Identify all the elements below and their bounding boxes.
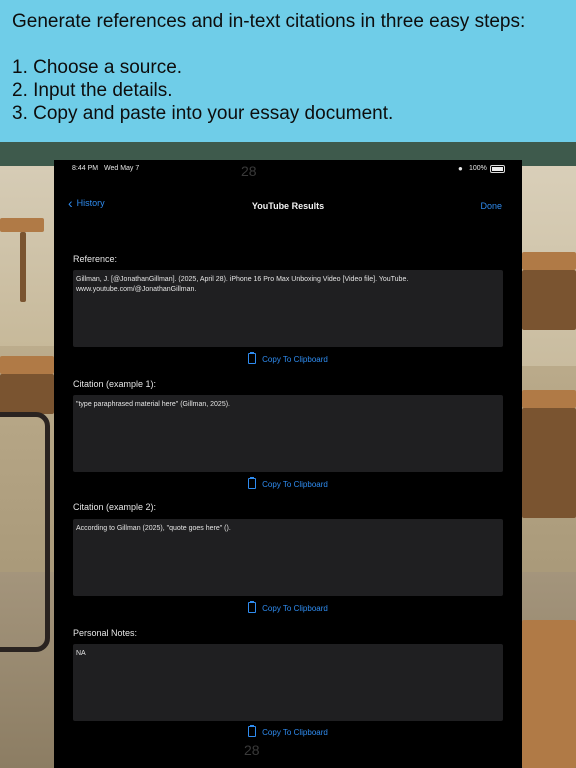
copy-reference-button[interactable]: Copy To Clipboard [54,352,522,364]
copy-notes-button[interactable]: Copy To Clipboard [54,725,522,737]
status-bar: 8:44 PM Wed May 7 28 ● 100% [54,160,522,179]
promo-banner: Generate references and in-text citation… [0,0,576,142]
bottom-ghost-text: 28 [244,742,260,758]
clipboard-icon [248,477,257,489]
clipboard-icon [248,725,257,737]
desk-left-mid [0,356,54,374]
copy-label: Copy To Clipboard [262,604,328,613]
citation-1-field[interactable]: "type paraphrased material here" (Gillma… [73,395,503,472]
done-button[interactable]: Done [480,201,502,211]
banner-headline: Generate references and in-text citation… [12,11,526,32]
status-date-ghost: 28 [241,163,257,179]
page-title: YouTube Results [251,201,325,211]
step-3: 3. Copy and paste into your essay docume… [12,103,394,124]
desk-left-mid-front [0,374,54,414]
desk-right-top-front [522,270,576,330]
desk-left-top-leg [20,232,26,302]
citation-2-label: Citation (example 2): [73,502,157,512]
wifi-icon: ● [458,164,463,173]
copy-citation-1-button[interactable]: Copy To Clipboard [54,477,522,489]
chair-left [0,412,50,652]
step-1: 1. Choose a source. [12,57,183,78]
desk-right-mid [522,390,576,408]
copy-label: Copy To Clipboard [262,480,328,489]
personal-notes-field[interactable]: NA [73,644,503,721]
status-date: Wed May 7 [104,165,140,172]
copy-label: Copy To Clipboard [262,355,328,364]
battery-percent: 100% [469,165,487,172]
reference-label: Reference: [73,254,118,264]
citation-1-label: Citation (example 1): [73,379,157,389]
navigation-bar: ‹ History YouTube Results Done [54,196,522,216]
citation-2-field[interactable]: According to Gillman (2025), "quote goes… [73,519,503,596]
desk-right-mid-front [522,408,576,518]
personal-notes-label: Personal Notes: [73,628,138,638]
copy-citation-2-button[interactable]: Copy To Clipboard [54,601,522,613]
clipboard-icon [248,601,257,613]
step-2: 2. Input the details. [12,80,173,101]
copy-label: Copy To Clipboard [262,728,328,737]
status-time: 8:44 PM [72,165,99,172]
wall-left [0,166,54,346]
desk-left-top [0,218,44,232]
battery-icon [490,165,505,173]
clipboard-icon [248,352,257,364]
desk-right-low [522,620,576,768]
desk-right-top [522,252,576,270]
tablet-screen: 8:44 PM Wed May 7 28 ● 100% ‹ History Yo… [54,160,522,768]
banner-steps: 1. Choose a source. 2. Input the details… [12,56,393,125]
reference-field[interactable]: Gillman, J. [@JonathanGillman]. (2025, A… [73,270,503,347]
